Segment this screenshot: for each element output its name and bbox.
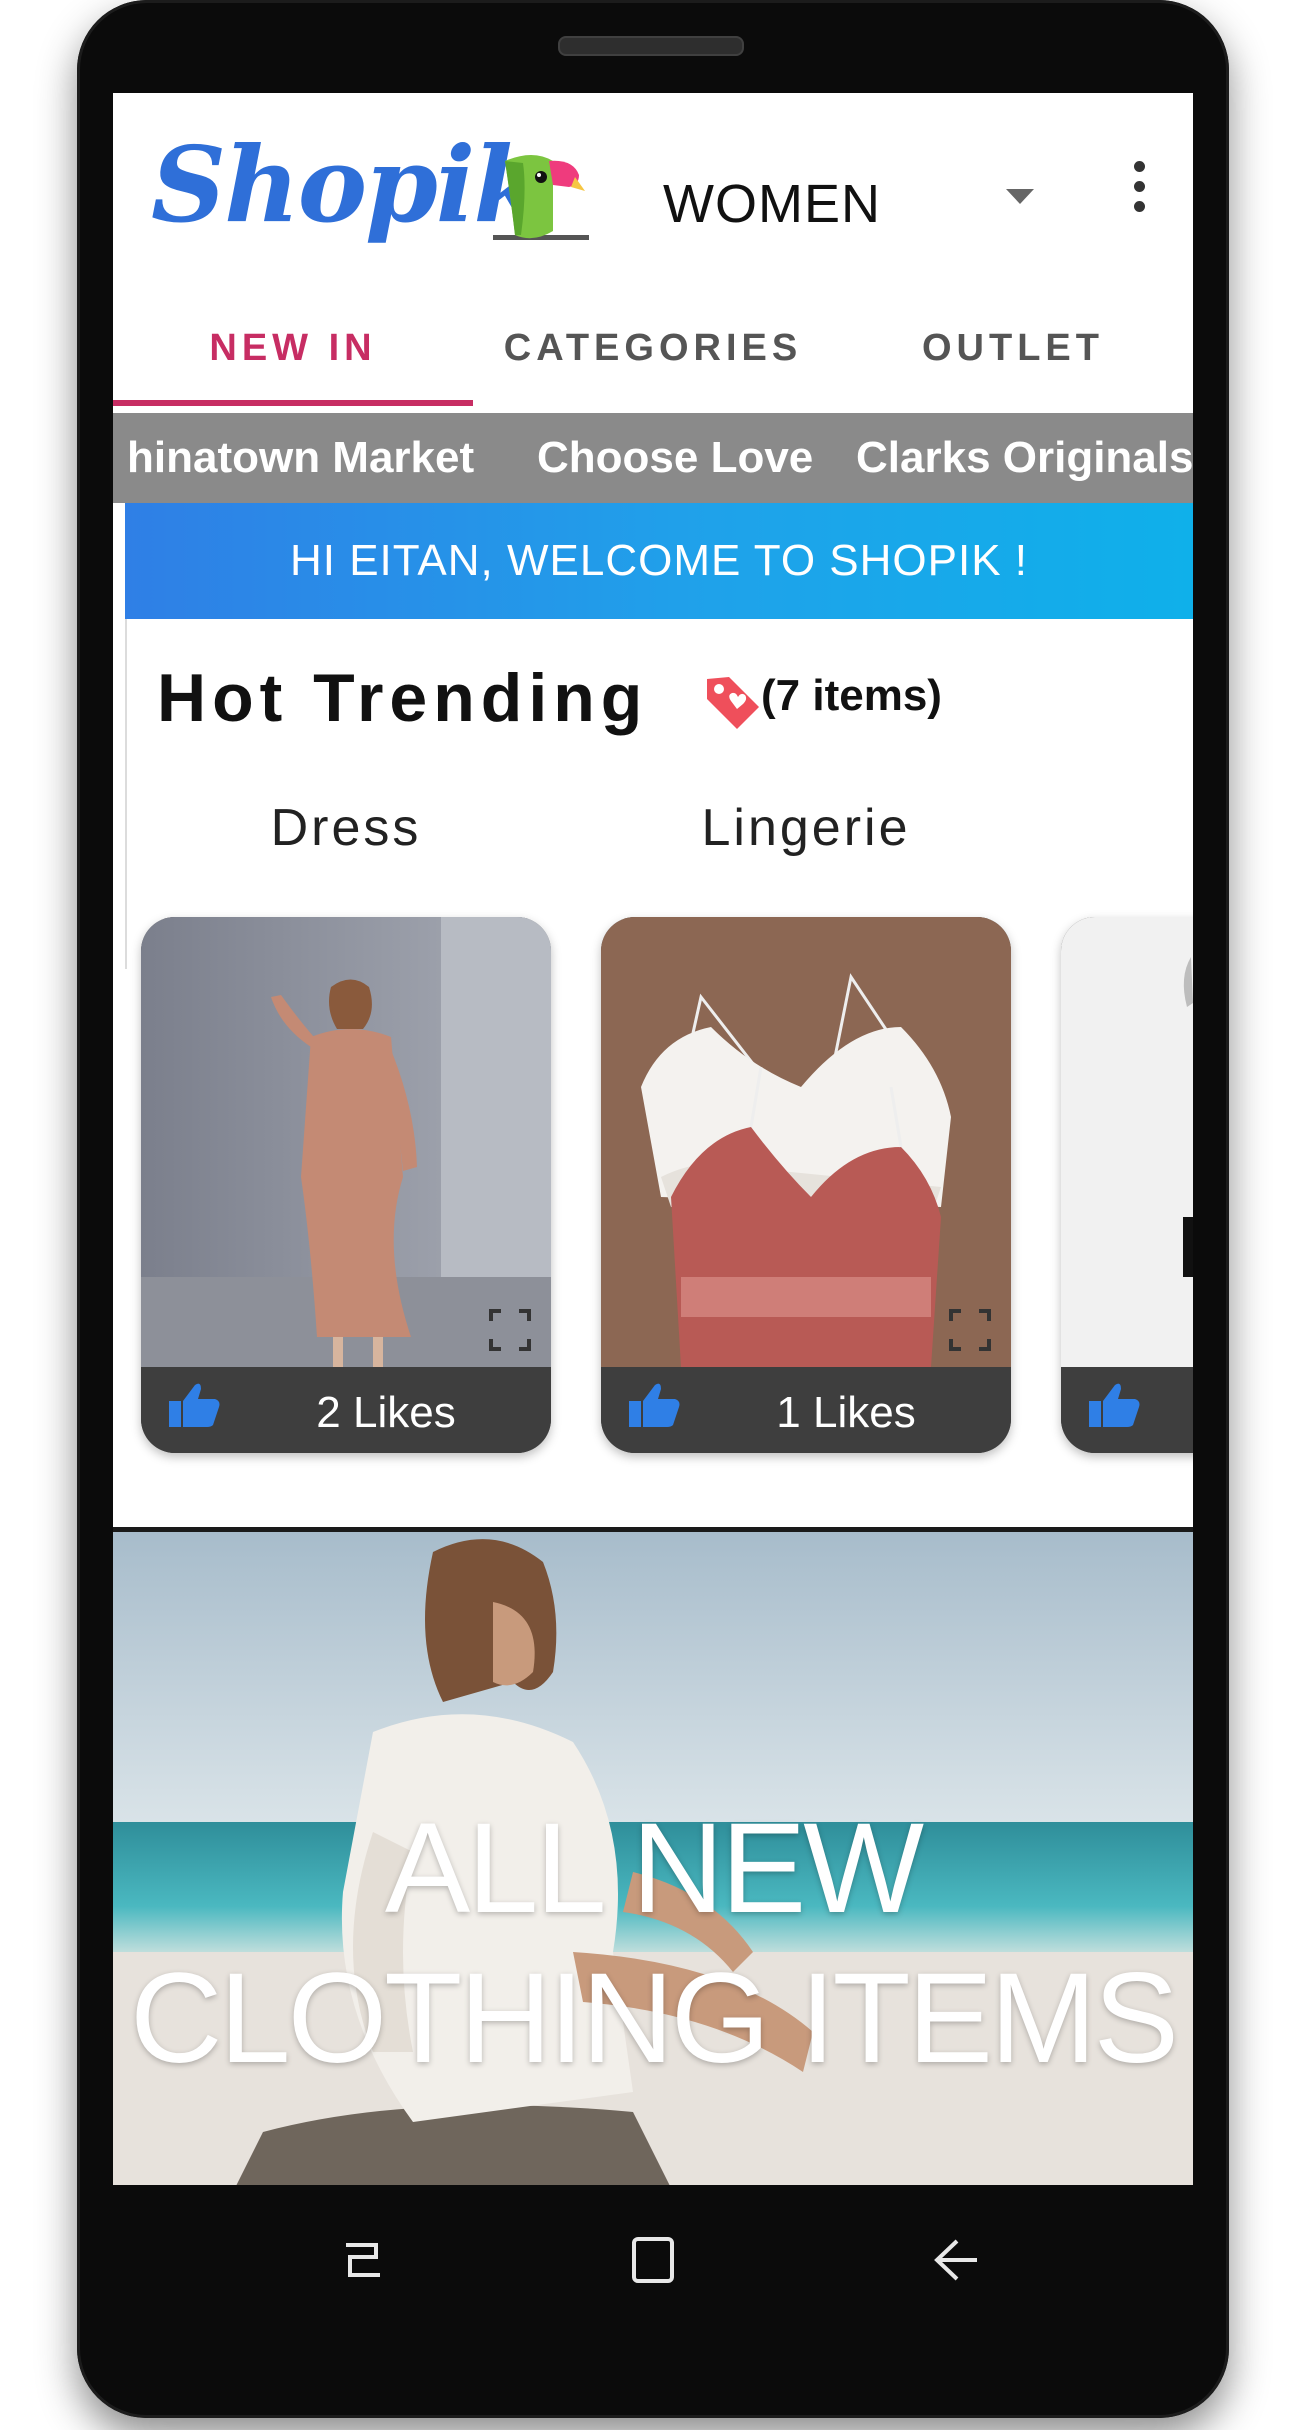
product-image[interactable] bbox=[601, 917, 1011, 1367]
likes-count: 1 Likes bbox=[776, 1388, 916, 1437]
likes-count bbox=[1161, 1367, 1193, 1453]
parrot-logo-icon bbox=[493, 155, 589, 240]
system-nav-bar bbox=[113, 2185, 1193, 2335]
brand-item[interactable]: hinatown Market bbox=[127, 413, 474, 503]
product-category-label: Lingerie bbox=[701, 799, 911, 857]
home-icon[interactable] bbox=[618, 2225, 688, 2295]
product-category-label: Dress bbox=[270, 799, 422, 857]
app-screen: Shopik WOMEN NEW IN CATEGORIES OUTLET hi… bbox=[113, 93, 1193, 2185]
promo-hero[interactable]: ALL NEW CLOTHING ITEMS bbox=[113, 1532, 1193, 2185]
active-tab-indicator bbox=[113, 400, 473, 406]
tab-bar: NEW IN CATEGORIES OUTLET bbox=[113, 293, 1193, 406]
recent-apps-icon[interactable] bbox=[328, 2225, 398, 2295]
expand-icon[interactable] bbox=[949, 1309, 991, 1351]
hero-headline-line2: CLOTHING ITEMS bbox=[129, 1947, 1179, 2090]
category-dropdown[interactable]: WOMEN bbox=[663, 173, 881, 235]
product-card[interactable]: 2 Likes bbox=[141, 917, 551, 1453]
tag-icon bbox=[707, 677, 759, 729]
product-image[interactable] bbox=[141, 917, 551, 1367]
product-image[interactable] bbox=[1061, 917, 1193, 1367]
tab-categories[interactable]: CATEGORIES bbox=[473, 293, 833, 406]
product-card[interactable] bbox=[1061, 917, 1193, 1453]
tab-new-in[interactable]: NEW IN bbox=[113, 293, 473, 406]
brand-strip[interactable]: hinatown Market Choose Love Clarks Origi… bbox=[113, 413, 1193, 503]
brand-item[interactable]: Choose Love bbox=[537, 413, 813, 503]
welcome-banner: HI EITAN, WELCOME TO SHOPIK ! bbox=[125, 503, 1193, 619]
card-footer: 2 Likes bbox=[141, 1367, 551, 1453]
section-title: Hot Trending bbox=[157, 660, 649, 736]
thumbs-up-icon[interactable] bbox=[1087, 1381, 1141, 1429]
tab-outlet[interactable]: OUTLET bbox=[833, 293, 1193, 406]
phone-frame: Shopik WOMEN NEW IN CATEGORIES OUTLET hi… bbox=[77, 0, 1229, 2418]
card-footer bbox=[1061, 1367, 1193, 1453]
app-bar: Shopik WOMEN bbox=[113, 93, 1193, 293]
expand-icon[interactable] bbox=[489, 1309, 531, 1351]
item-count: (7 items) bbox=[761, 671, 942, 720]
thumbs-up-icon[interactable] bbox=[167, 1381, 221, 1429]
phone-speaker bbox=[558, 36, 744, 56]
likes-count: 2 Likes bbox=[316, 1388, 456, 1437]
app-logo[interactable]: Shopik bbox=[151, 123, 545, 246]
product-card[interactable]: 1 Likes bbox=[601, 917, 1011, 1453]
card-footer: 1 Likes bbox=[601, 1367, 1011, 1453]
brand-item[interactable]: Clarks Originals bbox=[856, 413, 1193, 503]
hero-headline-line1: ALL NEW bbox=[384, 1797, 924, 1940]
thumbs-up-icon[interactable] bbox=[627, 1381, 681, 1429]
chevron-down-icon[interactable] bbox=[1006, 189, 1034, 204]
more-vert-icon[interactable] bbox=[1129, 161, 1149, 215]
back-icon[interactable] bbox=[921, 2225, 991, 2295]
